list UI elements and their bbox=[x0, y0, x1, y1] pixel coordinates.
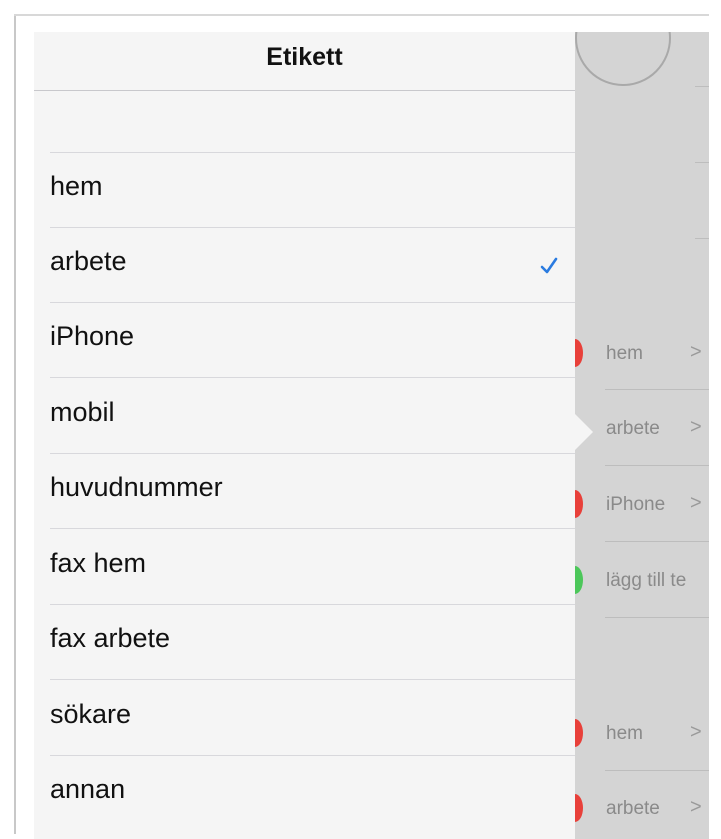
delete-icon[interactable] bbox=[575, 794, 583, 822]
label-option-text: annan bbox=[50, 774, 126, 804]
frame-border-left bbox=[14, 14, 16, 834]
popover-arrow bbox=[575, 414, 593, 450]
checkmark-icon bbox=[540, 257, 558, 274]
chevron-right-icon: > bbox=[690, 721, 702, 743]
delete-icon[interactable] bbox=[575, 490, 583, 518]
chevron-right-icon: > bbox=[690, 796, 702, 818]
divider bbox=[695, 162, 709, 163]
bg-phone-label: iPhone bbox=[606, 494, 666, 515]
bg-email-row[interactable]: hem > bbox=[575, 715, 709, 755]
label-option-text: mobil bbox=[50, 397, 115, 427]
background-contact-editor: hem > arbete > iPhone > lägg till te hem… bbox=[575, 32, 709, 839]
label-option-text: iPhone bbox=[50, 321, 135, 351]
divider bbox=[695, 238, 709, 239]
blank-row bbox=[50, 91, 575, 153]
divider bbox=[695, 86, 709, 87]
divider bbox=[605, 389, 709, 390]
popover-header: Etikett bbox=[34, 32, 575, 91]
add-icon[interactable] bbox=[575, 566, 583, 594]
chevron-right-icon: > bbox=[690, 492, 702, 514]
bg-email-label: hem bbox=[606, 723, 643, 744]
chevron-right-icon: > bbox=[690, 341, 702, 363]
label-option-arbete[interactable]: arbete bbox=[50, 228, 575, 303]
frame-border-top bbox=[14, 14, 709, 16]
delete-icon[interactable] bbox=[575, 339, 583, 367]
label-option-text: sökare bbox=[50, 699, 132, 729]
label-option-text: fax hem bbox=[50, 548, 147, 578]
label-option-sokare[interactable]: sökare bbox=[50, 681, 575, 756]
divider bbox=[605, 770, 709, 771]
label-option-huvudnummer[interactable]: huvudnummer bbox=[50, 454, 575, 529]
label-option-fax-hem[interactable]: fax hem bbox=[50, 530, 575, 605]
bg-phone-row[interactable]: iPhone > bbox=[575, 486, 709, 526]
contact-photo-placeholder bbox=[575, 32, 671, 86]
divider bbox=[605, 541, 709, 542]
bg-add-phone-row[interactable]: lägg till te bbox=[575, 562, 709, 602]
bg-add-phone-label: lägg till te bbox=[606, 570, 687, 591]
chevron-right-icon: > bbox=[690, 416, 702, 438]
label-option-text: arbete bbox=[50, 246, 127, 276]
label-option-text: fax arbete bbox=[50, 623, 171, 653]
delete-icon[interactable] bbox=[575, 719, 583, 747]
bg-email-row[interactable]: arbete > bbox=[575, 790, 709, 830]
bg-phone-label: arbete bbox=[606, 418, 660, 439]
label-option-iphone[interactable]: iPhone bbox=[50, 303, 575, 378]
bg-phone-row[interactable]: hem > bbox=[575, 335, 709, 375]
label-picker-popover: Etikett hem arbete iPhone mobil huvudnum… bbox=[34, 32, 575, 839]
bg-email-label: arbete bbox=[606, 798, 660, 819]
label-option-text: huvudnummer bbox=[50, 472, 223, 502]
popover-title: Etikett bbox=[266, 43, 343, 71]
label-option-text: hem bbox=[50, 171, 103, 201]
divider bbox=[605, 465, 709, 466]
bg-phone-row[interactable]: arbete > bbox=[575, 410, 709, 450]
label-option-mobil[interactable]: mobil bbox=[50, 379, 575, 454]
label-option-hem[interactable]: hem bbox=[50, 153, 575, 228]
bg-phone-label: hem bbox=[606, 343, 643, 364]
divider bbox=[605, 617, 709, 618]
label-option-fax-arbete[interactable]: fax arbete bbox=[50, 605, 575, 680]
label-option-annan[interactable]: annan bbox=[50, 756, 575, 831]
